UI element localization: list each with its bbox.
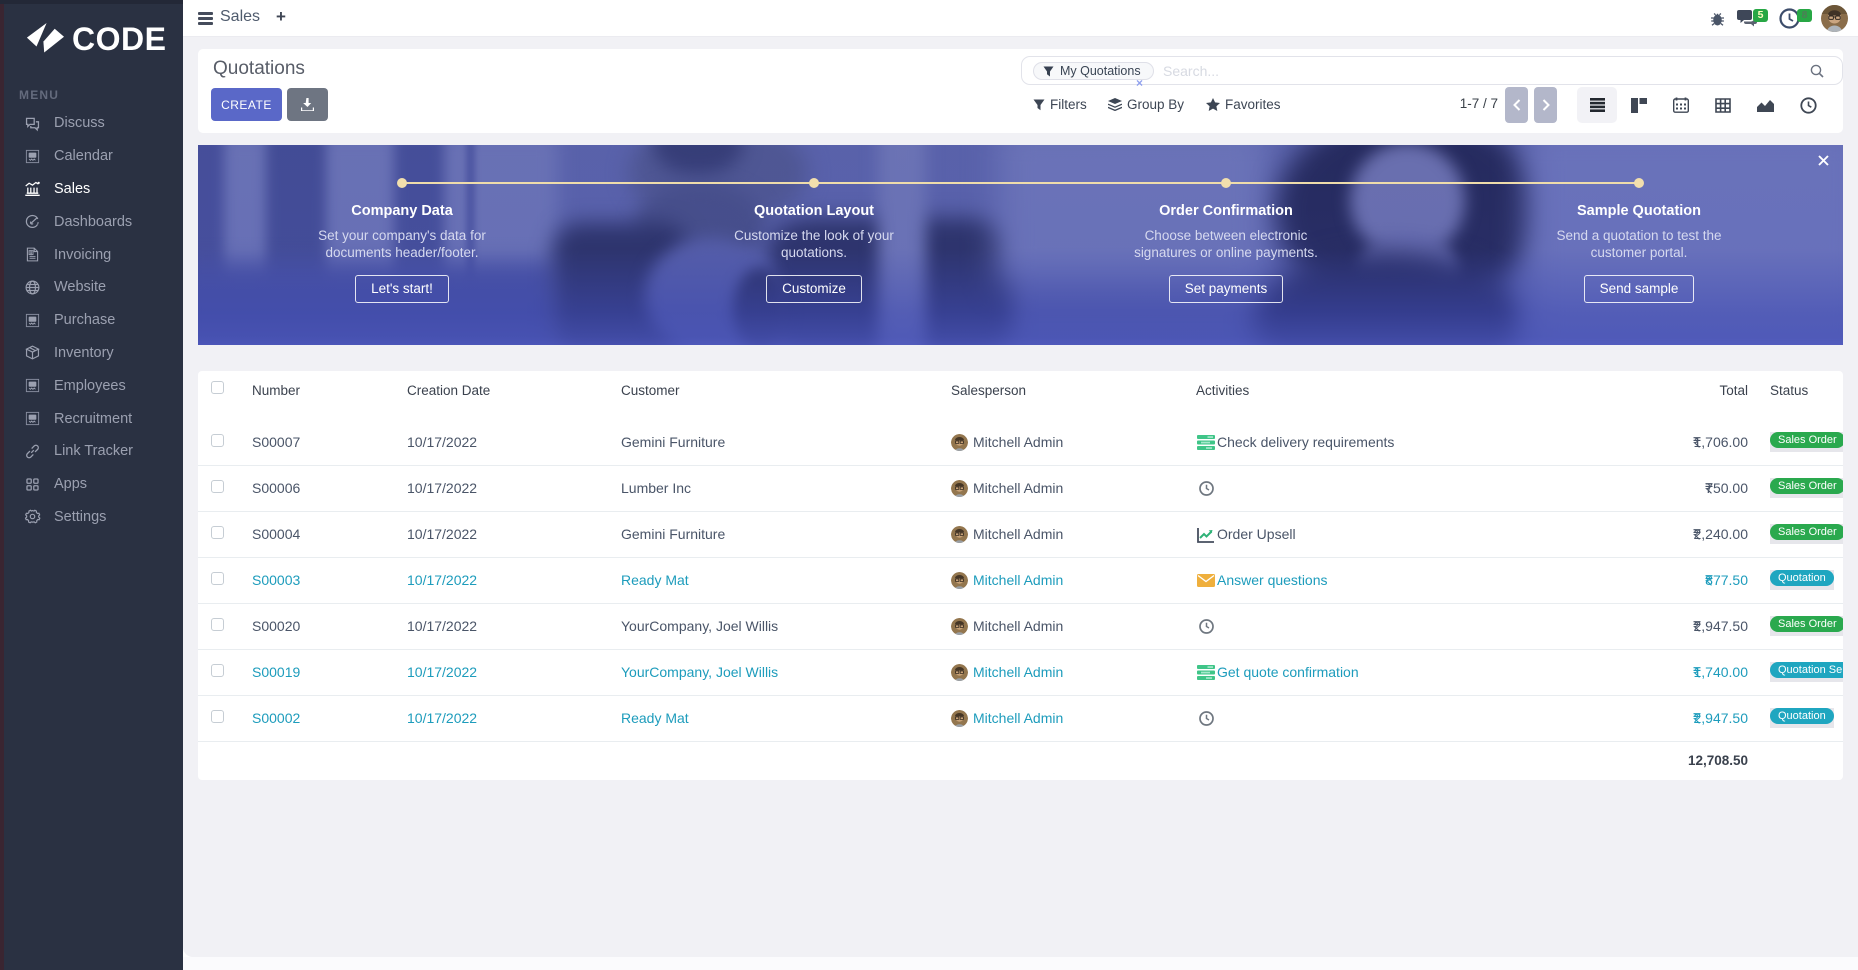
svg-text:CODE: CODE <box>72 21 166 55</box>
